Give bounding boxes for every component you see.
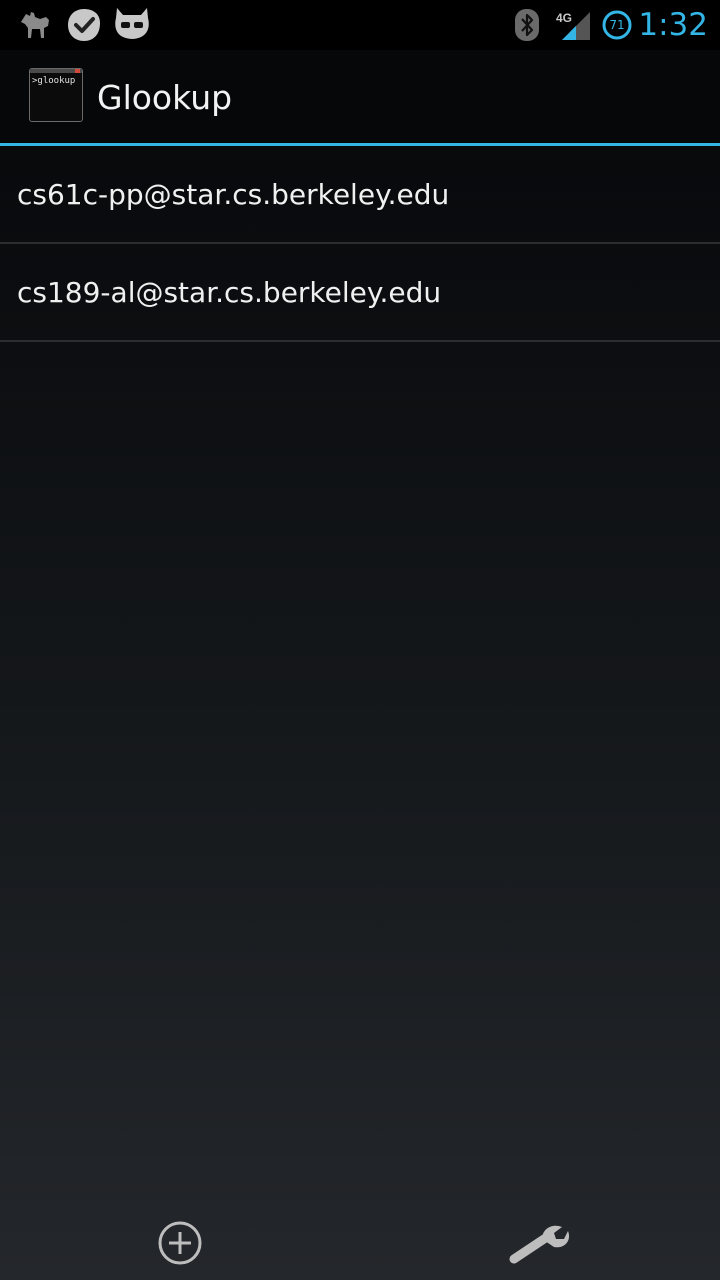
bluetooth-icon	[514, 8, 540, 46]
network-type-label: 4G	[556, 11, 572, 25]
battery-icon: 71	[601, 9, 633, 41]
list-item[interactable]: cs61c-pp@star.cs.berkeley.edu	[0, 146, 720, 244]
account-label: cs189-al@star.cs.berkeley.edu	[17, 275, 442, 309]
app-title: Glookup	[97, 78, 233, 117]
app-icon[interactable]: >glookup	[29, 68, 83, 122]
camel-icon	[18, 8, 54, 44]
list-item[interactable]: cs189-al@star.cs.berkeley.edu	[0, 244, 720, 342]
signal-icon: 4G	[554, 6, 594, 46]
app-icon-close-dot	[75, 69, 80, 73]
wrench-icon	[508, 1219, 572, 1271]
bottom-action-bar	[0, 1210, 720, 1280]
app-icon-text: >glookup	[32, 76, 76, 86]
status-bar: 4G 71 1:32	[0, 0, 720, 50]
account-list: cs61c-pp@star.cs.berkeley.edu cs189-al@s…	[0, 146, 720, 342]
battery-level: 71	[609, 18, 625, 32]
add-circle-icon	[156, 1219, 204, 1271]
settings-button[interactable]	[360, 1210, 720, 1280]
cyanogen-mascot-icon	[113, 6, 151, 46]
check-badge-icon	[66, 7, 102, 47]
add-account-button[interactable]	[0, 1210, 360, 1280]
status-time: 1:32	[638, 7, 708, 43]
action-bar: >glookup Glookup	[0, 50, 720, 146]
account-label: cs61c-pp@star.cs.berkeley.edu	[17, 177, 450, 211]
